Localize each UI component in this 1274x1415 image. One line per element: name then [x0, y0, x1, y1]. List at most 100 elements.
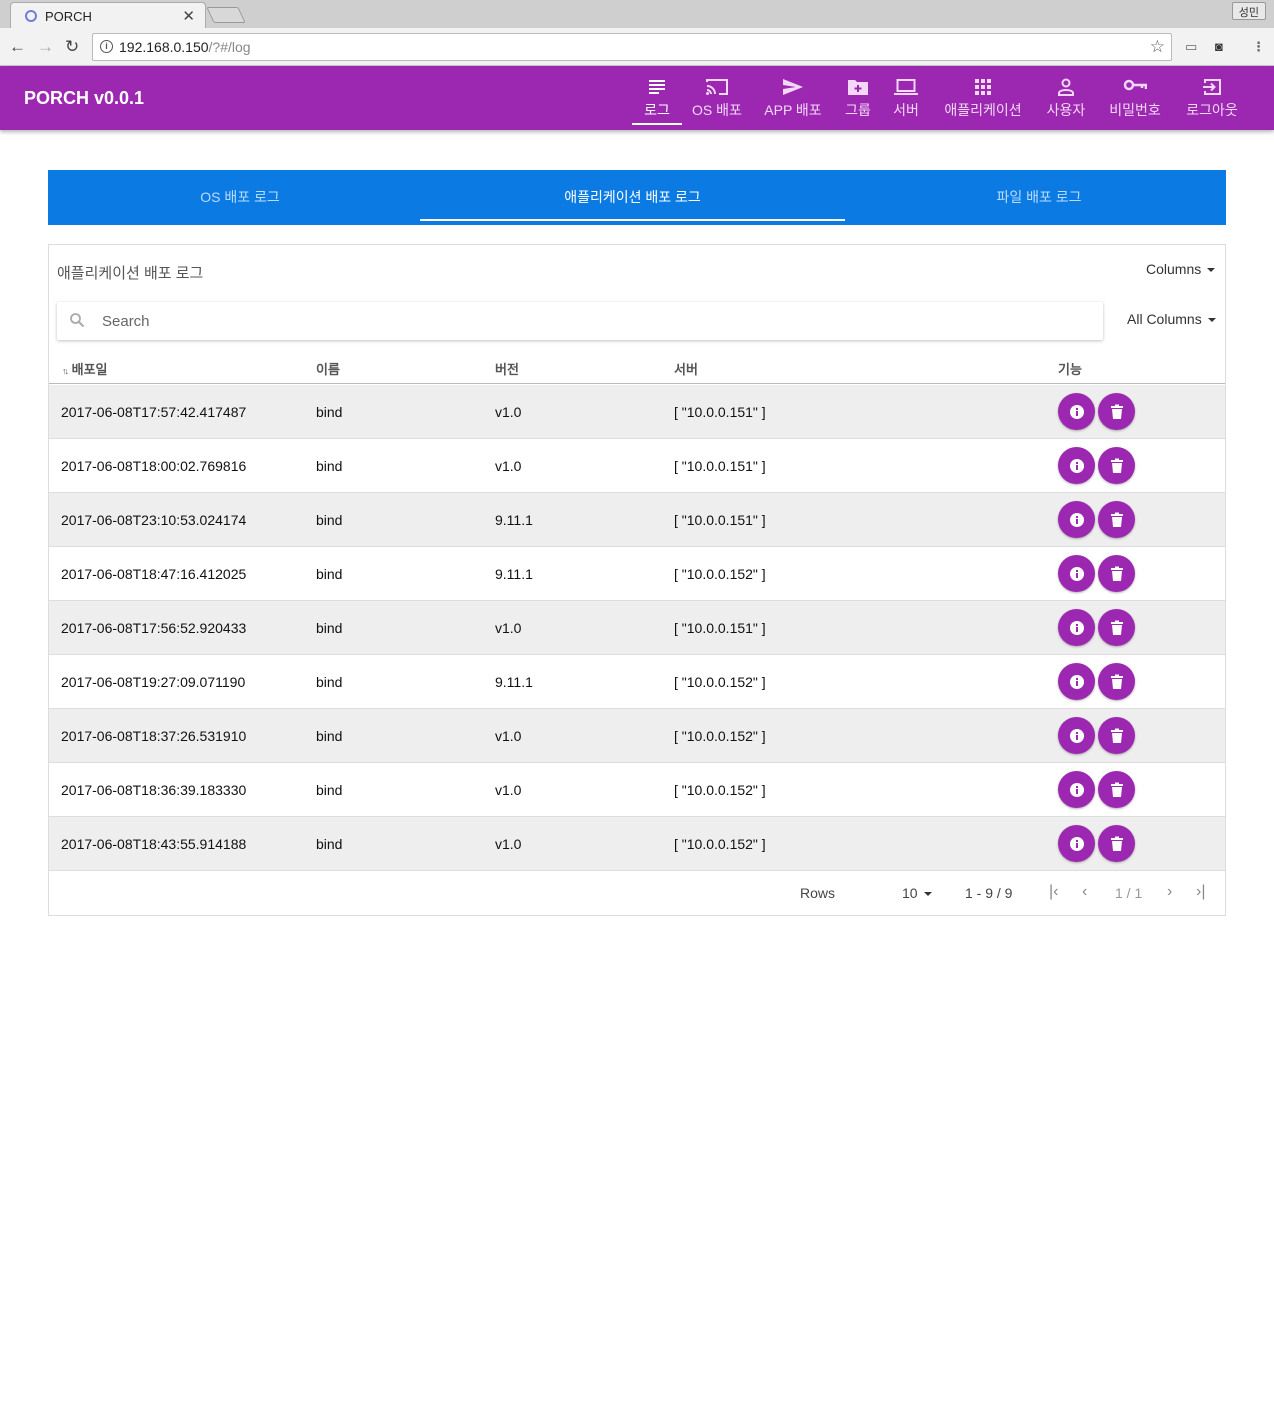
- cell-version: 9.11.1: [495, 566, 533, 582]
- nav-password[interactable]: 비밀번호: [1104, 66, 1166, 130]
- nav-users[interactable]: 사용자: [1042, 66, 1090, 130]
- table-row: 2017-06-08T18:37:26.531910 bind v1.0 [ "10.…: [49, 709, 1225, 763]
- cell-name: bind: [316, 782, 343, 798]
- info-button[interactable]: [1058, 555, 1095, 592]
- delete-button[interactable]: [1098, 447, 1135, 484]
- delete-button[interactable]: [1098, 501, 1135, 538]
- info-button[interactable]: [1058, 393, 1095, 430]
- delete-button[interactable]: [1098, 555, 1135, 592]
- delete-button[interactable]: [1098, 717, 1135, 754]
- cast-extension-icon[interactable]: ▭: [1185, 39, 1197, 55]
- forward-arrow-icon[interactable]: →: [37, 37, 54, 57]
- tab-close-icon[interactable]: ✕: [182, 7, 195, 25]
- cell-server: [ "10.0.0.152" ]: [674, 728, 766, 744]
- address-bar[interactable]: i 192.168.0.150/?#/log ☆: [92, 33, 1172, 61]
- search-input[interactable]: Search: [102, 313, 150, 330]
- nav-server-label: 서버: [893, 102, 919, 118]
- log-table-card: 애플리케이션 배포 로그 Columns Search All Columns …: [48, 244, 1226, 916]
- all-columns-dropdown[interactable]: All Columns: [1127, 311, 1216, 327]
- nav-group-label: 그룹: [845, 102, 871, 118]
- cell-server: [ "10.0.0.152" ]: [674, 566, 766, 582]
- table-row: 2017-06-08T23:10:53.024174 bind 9.11.1 [ "1…: [49, 493, 1225, 547]
- header-deploy-date-label: 배포일: [71, 362, 108, 377]
- tab-os-deploy-log[interactable]: OS 배포 로그: [48, 170, 432, 225]
- info-button[interactable]: [1058, 825, 1095, 862]
- header-name[interactable]: 이름: [316, 359, 340, 378]
- menu-dots-icon[interactable]: ⋮: [1252, 39, 1265, 55]
- columns-dropdown[interactable]: Columns: [1146, 261, 1216, 277]
- delete-button[interactable]: [1098, 609, 1135, 646]
- nav-app-deploy-label: APP 배포: [764, 102, 822, 118]
- last-page-icon[interactable]: ›|: [1196, 883, 1205, 901]
- search-icon: [69, 312, 85, 333]
- cell-server: [ "10.0.0.151" ]: [674, 458, 766, 474]
- info-button[interactable]: [1058, 447, 1095, 484]
- delete-button[interactable]: [1098, 825, 1135, 862]
- trash-icon: [1110, 458, 1124, 474]
- cell-version: 9.11.1: [495, 512, 533, 528]
- nav-app-deploy[interactable]: APP 배포: [758, 66, 828, 130]
- info-button[interactable]: [1058, 771, 1095, 808]
- bookmark-star-icon[interactable]: ☆: [1150, 37, 1165, 57]
- info-icon: [1069, 836, 1085, 852]
- trash-icon: [1110, 404, 1124, 420]
- nav-log-label: 로그: [644, 102, 670, 118]
- key-extension-icon[interactable]: ◙: [1215, 39, 1223, 54]
- trash-icon: [1110, 512, 1124, 528]
- info-button[interactable]: [1058, 717, 1095, 754]
- cell-name: bind: [316, 512, 343, 528]
- rows-per-page-value: 10: [902, 885, 918, 901]
- card-title: 애플리케이션 배포 로그: [57, 265, 204, 282]
- cell-name: bind: [316, 674, 343, 690]
- table-row: 2017-06-08T18:43:55.914188 bind v1.0 [ "10.…: [49, 817, 1225, 871]
- table-row: 2017-06-08T17:57:42.417487 bind v1.0 [ "10.…: [49, 385, 1225, 439]
- info-icon: [1069, 404, 1085, 420]
- next-page-icon[interactable]: ›: [1167, 883, 1172, 901]
- delete-button[interactable]: [1098, 663, 1135, 700]
- url-text: 192.168.0.150/?#/log: [119, 39, 251, 55]
- cell-server: [ "10.0.0.152" ]: [674, 836, 766, 852]
- cell-server: [ "10.0.0.151" ]: [674, 512, 766, 528]
- cell-name: bind: [316, 728, 343, 744]
- delete-button[interactable]: [1098, 393, 1135, 430]
- nav-os-deploy[interactable]: OS 배포: [688, 66, 746, 130]
- back-arrow-icon[interactable]: ←: [9, 37, 26, 57]
- caret-down-icon: [1207, 318, 1216, 323]
- reload-icon[interactable]: ↻: [65, 37, 79, 57]
- info-icon[interactable]: i: [100, 40, 113, 53]
- first-page-icon[interactable]: |‹: [1049, 883, 1058, 901]
- cell-name: bind: [316, 566, 343, 582]
- profile-button[interactable]: 성민: [1231, 2, 1266, 20]
- cell-deploy-date: 2017-06-08T18:00:02.769816: [61, 458, 247, 474]
- trash-icon: [1110, 674, 1124, 690]
- key-icon: [1104, 78, 1166, 98]
- nav-password-label: 비밀번호: [1109, 102, 1161, 118]
- info-button[interactable]: [1058, 609, 1095, 646]
- nav-group[interactable]: 그룹: [840, 66, 876, 130]
- search-box[interactable]: Search: [57, 302, 1103, 340]
- nav-server[interactable]: 서버: [888, 66, 924, 130]
- nav-logout[interactable]: 로그아웃: [1180, 66, 1244, 130]
- delete-button[interactable]: [1098, 771, 1135, 808]
- app-header: PORCH v0.0.1 로그 OS 배포 APP 배포 그룹 서버 애플리케이…: [0, 66, 1274, 130]
- table-row: 2017-06-08T19:27:09.071190 bind 9.11.1 [ "1…: [49, 655, 1225, 709]
- tab-file-deploy-log[interactable]: 파일 배포 로그: [845, 170, 1233, 225]
- prev-page-icon[interactable]: ‹: [1082, 883, 1087, 901]
- cast-icon: [688, 78, 746, 98]
- info-button[interactable]: [1058, 501, 1095, 538]
- header-deploy-date[interactable]: ↑↓ 배포일: [62, 359, 108, 378]
- browser-tab[interactable]: PORCH ✕: [10, 2, 206, 29]
- info-icon: [1069, 458, 1085, 474]
- new-tab-button[interactable]: [206, 7, 246, 23]
- cell-deploy-date: 2017-06-08T18:37:26.531910: [61, 728, 247, 744]
- info-icon: [1069, 566, 1085, 582]
- info-button[interactable]: [1058, 663, 1095, 700]
- rows-per-page-select[interactable]: 10: [902, 885, 932, 901]
- nav-log[interactable]: 로그: [632, 66, 682, 130]
- nav-applications[interactable]: 애플리케이션: [938, 66, 1028, 130]
- header-server[interactable]: 서버: [674, 359, 698, 378]
- header-version[interactable]: 버전: [495, 359, 519, 378]
- laptop-icon: [888, 78, 924, 98]
- tab-app-deploy-log[interactable]: 애플리케이션 배포 로그: [420, 170, 845, 225]
- cell-version: v1.0: [495, 620, 522, 636]
